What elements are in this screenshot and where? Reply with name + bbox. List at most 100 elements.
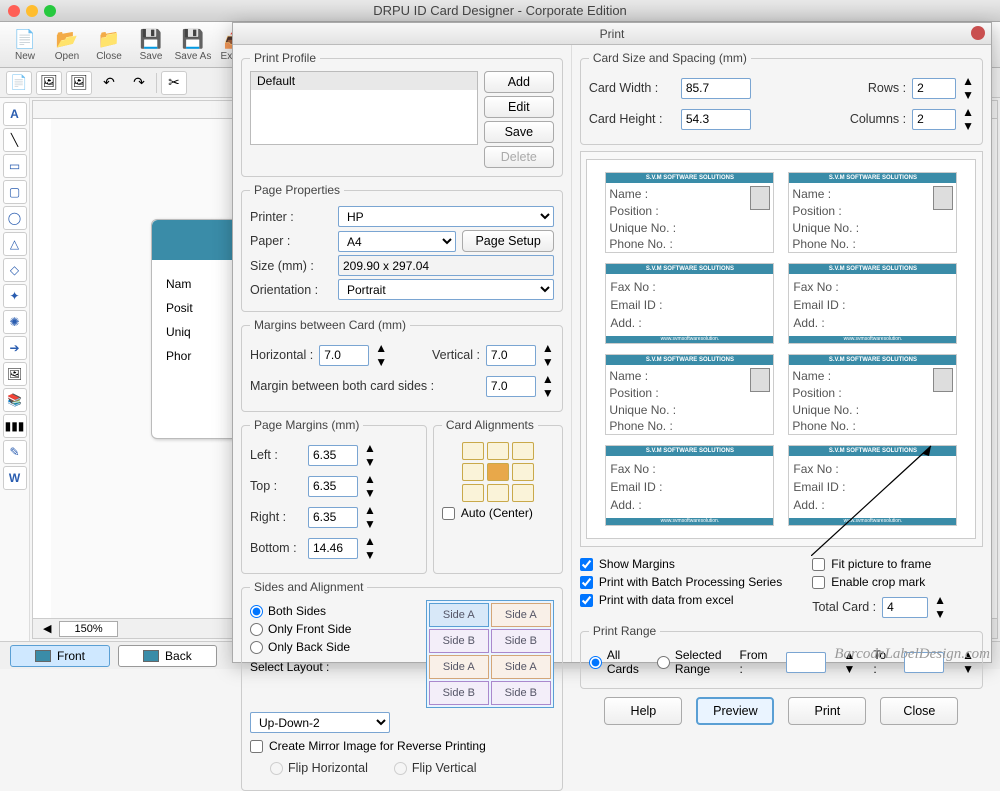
both-sides-radio[interactable]: [250, 605, 263, 618]
page-setup-button[interactable]: Page Setup: [462, 230, 553, 252]
maximize-window-icon[interactable]: [44, 5, 56, 17]
align-bc[interactable]: [487, 484, 509, 502]
close-button[interactable]: 📁Close: [90, 27, 128, 62]
pm-top-input[interactable]: [308, 476, 358, 497]
card-alignments-group: Card Alignments Auto (Center): [433, 418, 563, 574]
save-button[interactable]: 💾Save: [132, 27, 170, 62]
line-tool-icon[interactable]: ╲: [3, 128, 27, 152]
print-button[interactable]: Print: [788, 697, 866, 725]
open-button[interactable]: 📂Open: [48, 27, 86, 62]
profile-default[interactable]: Default: [251, 72, 477, 90]
minimize-window-icon[interactable]: [26, 5, 38, 17]
star-tool-icon[interactable]: ✦: [3, 284, 27, 308]
layout-a2[interactable]: Side A: [491, 603, 551, 627]
printer-select[interactable]: HP: [338, 206, 554, 227]
align-tc[interactable]: [487, 442, 509, 460]
tool-export-icon[interactable]: 🖼: [66, 71, 92, 95]
layout-b4[interactable]: Side B: [491, 681, 551, 705]
close-window-icon[interactable]: [8, 5, 20, 17]
preview-card: S.V.M SOFTWARE SOLUTIONS Name :Position …: [605, 354, 774, 435]
profile-edit-button[interactable]: Edit: [484, 96, 554, 118]
align-tr[interactable]: [512, 442, 534, 460]
titlebar: DRPU ID Card Designer - Corporate Editio…: [0, 0, 1000, 22]
roundrect-tool-icon[interactable]: ▢: [3, 180, 27, 204]
tab-back[interactable]: Back: [118, 645, 217, 667]
sign-tool-icon[interactable]: ✎: [3, 440, 27, 464]
layout-a4[interactable]: Side A: [491, 655, 551, 679]
pm-right-input[interactable]: [308, 507, 358, 528]
cut-icon[interactable]: ✂: [161, 71, 187, 95]
rows-input[interactable]: [912, 78, 956, 99]
print-preview: S.V.M SOFTWARE SOLUTIONS Name :Position …: [586, 159, 976, 539]
barcode-tool-icon[interactable]: ▮▮▮: [3, 414, 27, 438]
orientation-select[interactable]: Portrait: [338, 279, 554, 300]
preview-card: S.V.M SOFTWARE SOLUTIONS Fax No :Email I…: [788, 263, 957, 344]
triangle-tool-icon[interactable]: △: [3, 232, 27, 256]
cols-input[interactable]: [912, 109, 956, 130]
pm-left-input[interactable]: [308, 445, 358, 466]
tool-doc-icon[interactable]: 📄: [6, 71, 32, 95]
margin-vert-input[interactable]: [486, 345, 536, 366]
back-side-radio[interactable]: [250, 641, 263, 654]
front-side-radio[interactable]: [250, 623, 263, 636]
tool-image-icon[interactable]: 🖼: [36, 71, 62, 95]
auto-center-checkbox[interactable]: [442, 507, 455, 520]
profile-delete-button[interactable]: Delete: [484, 146, 554, 168]
layout-a1[interactable]: Side A: [429, 603, 489, 627]
layout-a3[interactable]: Side A: [429, 655, 489, 679]
align-mc[interactable]: [487, 463, 509, 481]
profile-list[interactable]: Default: [250, 71, 478, 145]
flip-v-radio: [394, 762, 407, 775]
saveas-button[interactable]: 💾Save As: [174, 27, 212, 62]
batch-checkbox[interactable]: [580, 576, 593, 589]
paper-select[interactable]: A4: [338, 231, 456, 252]
burst-tool-icon[interactable]: ✺: [3, 310, 27, 334]
mirror-checkbox[interactable]: [250, 740, 263, 753]
align-br[interactable]: [512, 484, 534, 502]
align-ml[interactable]: [462, 463, 484, 481]
arrow-tool-icon[interactable]: ➔: [3, 336, 27, 360]
selected-range-radio[interactable]: [657, 656, 670, 669]
rect-tool-icon[interactable]: ▭: [3, 154, 27, 178]
show-margins-checkbox[interactable]: [580, 558, 593, 571]
dialog-close-icon[interactable]: [971, 26, 985, 40]
layout-b2[interactable]: Side B: [491, 629, 551, 653]
range-from-input[interactable]: [786, 652, 826, 673]
excel-checkbox[interactable]: [580, 594, 593, 607]
layout-b1[interactable]: Side B: [429, 629, 489, 653]
pm-bottom-input[interactable]: [308, 538, 358, 559]
profile-save-button[interactable]: Save: [484, 121, 554, 143]
new-button[interactable]: 📄New: [6, 27, 44, 62]
preview-card: S.V.M SOFTWARE SOLUTIONS Fax No :Email I…: [605, 445, 774, 526]
layout-select[interactable]: Up-Down-2: [250, 712, 390, 733]
margin-horiz-input[interactable]: [319, 345, 369, 366]
layout-b3[interactable]: Side B: [429, 681, 489, 705]
text-tool-icon[interactable]: A: [3, 102, 27, 126]
fit-pic-checkbox[interactable]: [812, 558, 825, 571]
library-tool-icon[interactable]: 📚: [3, 388, 27, 412]
diamond-tool-icon[interactable]: ◇: [3, 258, 27, 282]
align-mr[interactable]: [512, 463, 534, 481]
close-dialog-button[interactable]: Close: [880, 697, 958, 725]
card-width-input[interactable]: [681, 78, 751, 99]
image-tool-icon[interactable]: 🖼: [3, 362, 27, 386]
watermark-tool-icon[interactable]: W: [3, 466, 27, 490]
front-swatch-icon: [35, 650, 51, 662]
help-button[interactable]: Help: [604, 697, 682, 725]
align-tl[interactable]: [462, 442, 484, 460]
preview-button[interactable]: Preview: [696, 697, 774, 725]
undo-icon[interactable]: ↶: [96, 71, 122, 95]
tab-front[interactable]: Front: [10, 645, 110, 667]
total-card-input[interactable]: [882, 597, 928, 618]
crop-mark-checkbox[interactable]: [812, 576, 825, 589]
margin-both-input[interactable]: [486, 376, 536, 397]
ellipse-tool-icon[interactable]: ◯: [3, 206, 27, 230]
card-height-input[interactable]: [681, 109, 751, 130]
align-bl[interactable]: [462, 484, 484, 502]
watermark: BarcodeLabelDesign.com: [834, 646, 990, 663]
redo-icon[interactable]: ↷: [126, 71, 152, 95]
left-toolbar: A ╲ ▭ ▢ ◯ △ ◇ ✦ ✺ ➔ 🖼 📚 ▮▮▮ ✎ W: [0, 98, 30, 641]
profile-add-button[interactable]: Add: [484, 71, 554, 93]
all-cards-radio[interactable]: [589, 656, 602, 669]
zoom-select[interactable]: 150%: [59, 621, 117, 637]
